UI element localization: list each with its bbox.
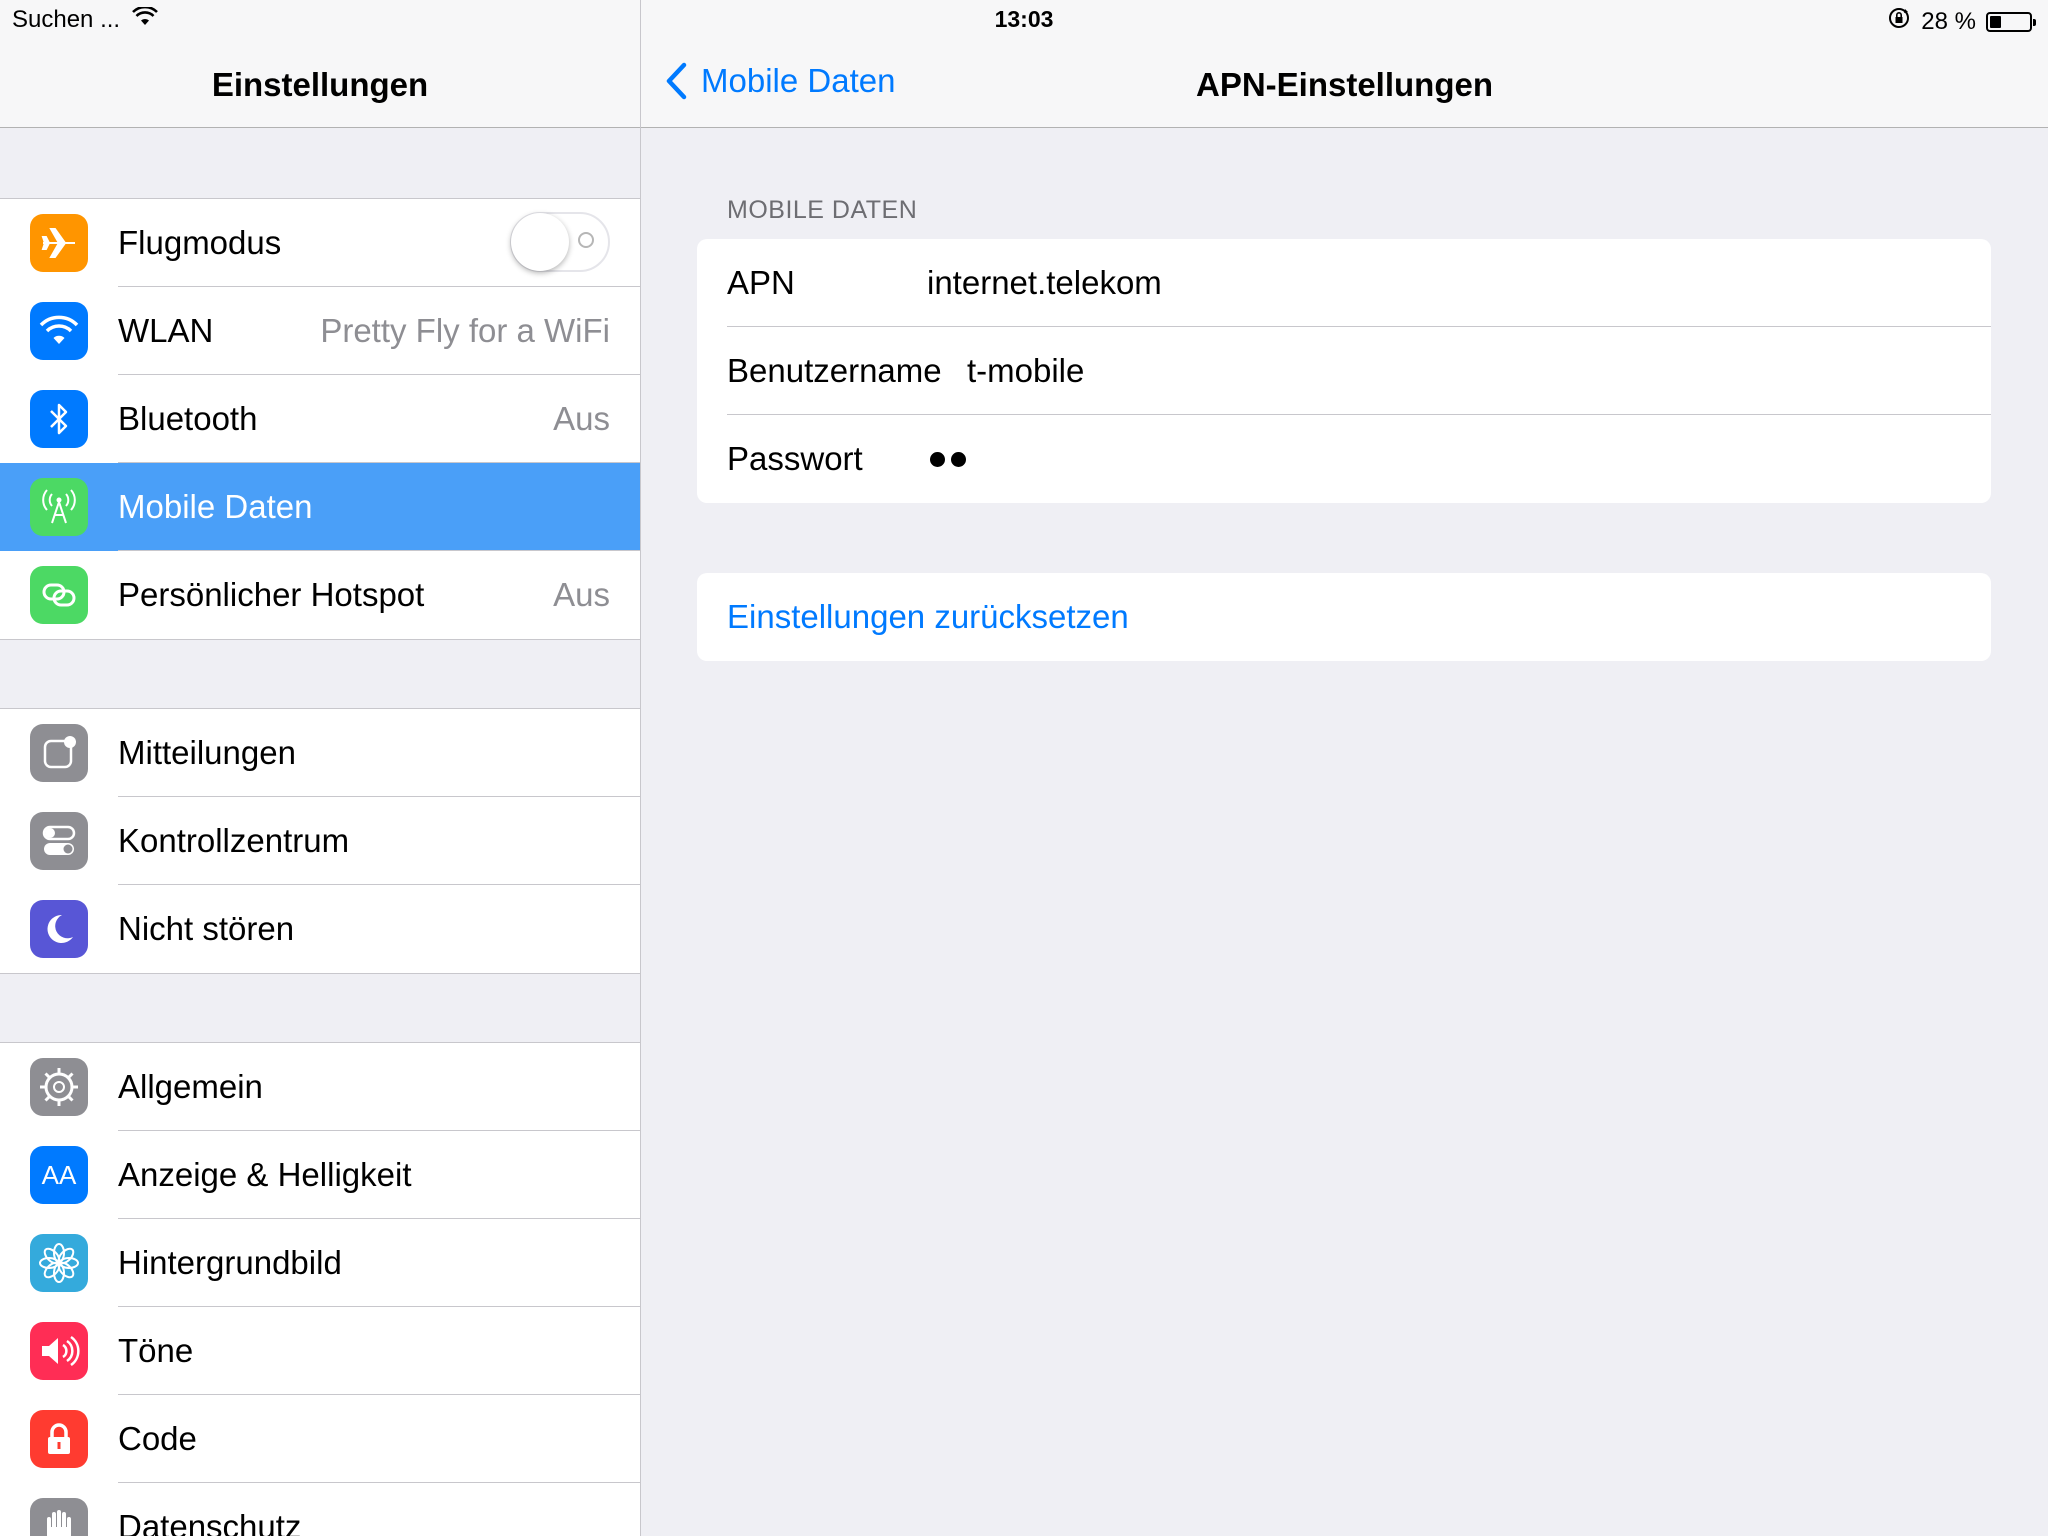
sidebar-item-label: Bluetooth [118,400,258,437]
notifications-icon [30,724,88,782]
sidebar-item-label: Mitteilungen [118,734,296,771]
lock-icon [30,1410,88,1468]
control-center-icon [30,812,88,870]
sidebar-item-code[interactable]: Code [0,1395,640,1483]
settings-sidebar: Einstellungen Flugmodus WLAN Pretty Fly … [0,0,641,1536]
apn-field-row[interactable]: APN internet.telekom [697,239,1991,327]
settings-group-general: Allgemein AA Anzeige & Helligkeit Hinter… [0,1042,640,1536]
sidebar-item-anzeige-helligkeit[interactable]: AA Anzeige & Helligkeit [0,1131,640,1219]
wlan-network-name: Pretty Fly for a WiFi [320,312,610,349]
reset-settings-button[interactable]: Einstellungen zurücksetzen [697,573,1991,661]
sidebar-item-kontrollzentrum[interactable]: Kontrollzentrum [0,797,640,885]
section-header: MOBILE DATEN [727,196,918,224]
password-dot [930,451,945,467]
sidebar-item-label: Mobile Daten [118,488,313,525]
password-field-row[interactable]: Passwort [697,415,1991,503]
sidebar-item-toene[interactable]: Töne [0,1307,640,1395]
status-right: 28 % [1887,6,2036,37]
sidebar-item-label: Töne [118,1332,194,1369]
battery-fill [1990,15,2001,28]
username-field-row[interactable]: Benutzername t-mobile [697,327,1991,415]
sidebar-item-allgemein[interactable]: Allgemein [0,1043,640,1131]
antenna-icon [30,478,88,536]
settings-group-connectivity: Flugmodus WLAN Pretty Fly for a WiFi Blu… [0,198,640,640]
status-bar: Suchen ... 13:03 28 % [0,0,2048,40]
sidebar-item-label: Code [118,1420,197,1457]
battery-icon [1986,11,2036,32]
sidebar-item-mobile-daten[interactable]: Mobile Daten [0,463,640,551]
sidebar-item-flugmodus[interactable]: Flugmodus [0,199,640,287]
sidebar-item-bluetooth[interactable]: Bluetooth Aus [0,375,640,463]
text-size-icon: AA [30,1146,88,1204]
password-dot [951,451,966,467]
sidebar-item-hintergrundbild[interactable]: Hintergrundbild [0,1219,640,1307]
speaker-icon [30,1322,88,1380]
hotspot-status: Aus [553,576,610,613]
sidebar-item-label: Kontrollzentrum [118,822,350,859]
sidebar-item-persoenlicher-hotspot[interactable]: Persönlicher Hotspot Aus [0,551,640,639]
toggle-off-indicator [578,232,594,248]
username-label: Benutzername [727,352,942,389]
sidebar-item-wlan[interactable]: WLAN Pretty Fly for a WiFi [0,287,640,375]
moon-icon [30,900,88,958]
password-label: Passwort [727,440,863,477]
gear-icon [30,1058,88,1116]
sidebar-item-mitteilungen[interactable]: Mitteilungen [0,709,640,797]
page-title: APN-Einstellungen [1195,66,1494,103]
reset-settings-label: Einstellungen zurücksetzen [727,598,1129,635]
bluetooth-status: Aus [553,400,610,437]
sidebar-item-label: WLAN [118,312,214,349]
apn-settings-card: APN internet.telekom Benutzername t-mobi… [697,239,1991,503]
sidebar-item-label: Allgemein [118,1068,263,1105]
wallpaper-flower-icon [30,1234,88,1292]
sidebar-item-label: Hintergrundbild [118,1244,342,1281]
settings-group-system: Mitteilungen Kontrollzentrum Nicht störe… [0,708,640,974]
username-input[interactable]: t-mobile [967,352,1084,390]
rotation-lock-icon [1887,6,1911,37]
sidebar-item-label: Flugmodus [118,224,282,261]
sidebar-title: Einstellungen [211,66,429,103]
sidebar-item-datenschutz[interactable]: Datenschutz [0,1483,640,1536]
password-input[interactable] [930,451,966,467]
sidebar-item-label: Persönlicher Hotspot [118,576,425,613]
apn-input[interactable]: internet.telekom [927,264,1162,302]
text-size-icon-glyph: AA [41,1159,77,1190]
toggle-knob [511,213,569,271]
sidebar-item-label: Datenschutz [118,1508,302,1536]
apn-label: APN [727,264,795,301]
airplane-icon [30,214,88,272]
reset-card: Einstellungen zurücksetzen [697,573,1991,661]
sidebar-item-label: Anzeige & Helligkeit [118,1156,412,1193]
battery-percentage: 28 % [1921,7,1976,35]
status-time: 13:03 [994,6,1054,32]
hand-icon [30,1498,88,1536]
bluetooth-icon [30,390,88,448]
flugmodus-toggle[interactable] [510,212,610,272]
sidebar-item-label: Nicht stören [118,910,295,947]
wifi-icon [30,302,88,360]
sidebar-item-nicht-stoeren[interactable]: Nicht stören [0,885,640,973]
hotspot-icon [30,566,88,624]
